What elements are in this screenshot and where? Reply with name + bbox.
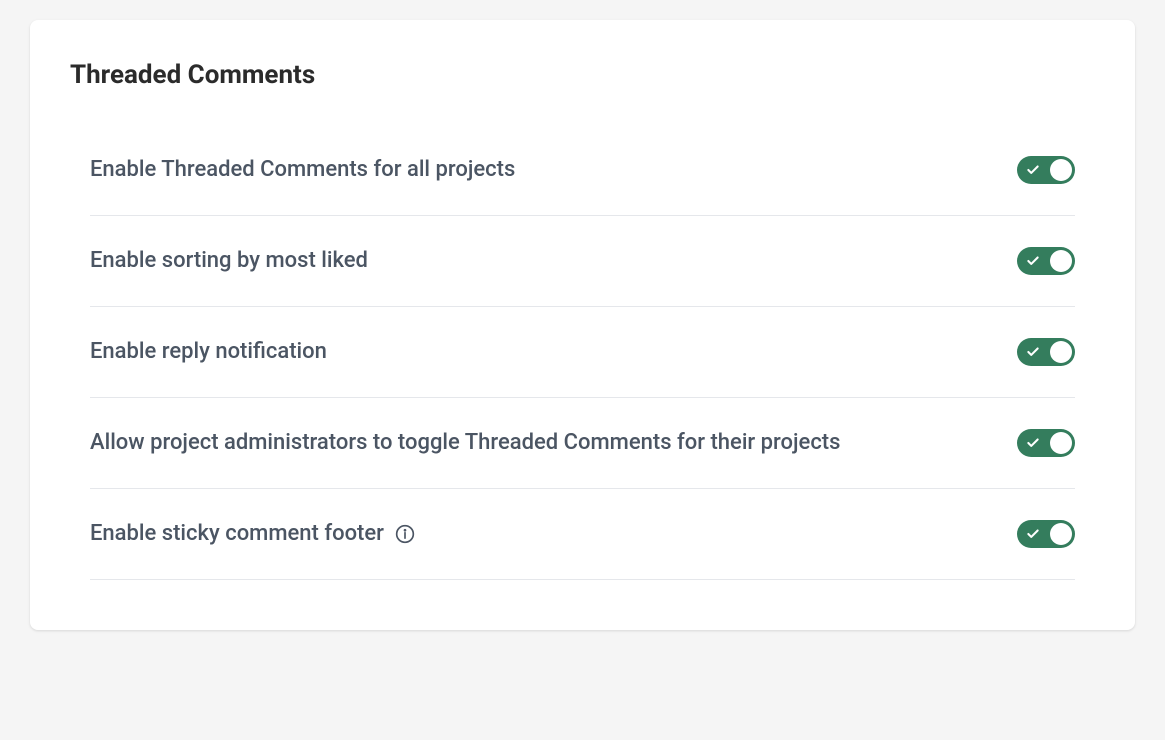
- setting-row-enable-sorting: Enable sorting by most liked: [90, 216, 1075, 307]
- setting-label-text: Enable sticky comment footer: [90, 517, 384, 551]
- setting-row-allow-admin-toggle: Allow project administrators to toggle T…: [90, 398, 1075, 489]
- setting-label: Enable sticky comment footer: [90, 517, 416, 551]
- toggle-allow-admin-toggle[interactable]: [1017, 429, 1075, 457]
- toggle-enable-threaded-comments[interactable]: [1017, 156, 1075, 184]
- toggle-knob: [1050, 250, 1072, 272]
- info-icon[interactable]: [394, 523, 416, 545]
- section-title: Threaded Comments: [70, 60, 1095, 90]
- toggle-knob: [1050, 523, 1072, 545]
- settings-card: Threaded Comments Enable Threaded Commen…: [30, 20, 1135, 630]
- setting-label-text: Enable Threaded Comments for all project…: [90, 153, 515, 187]
- setting-label-text: Enable sorting by most liked: [90, 244, 368, 278]
- toggle-sticky-footer[interactable]: [1017, 520, 1075, 548]
- setting-row-sticky-footer: Enable sticky comment footer: [90, 489, 1075, 580]
- settings-list: Enable Threaded Comments for all project…: [70, 125, 1095, 580]
- check-icon: [1026, 436, 1040, 450]
- setting-row-enable-threaded-comments: Enable Threaded Comments for all project…: [90, 125, 1075, 216]
- setting-row-enable-reply-notification: Enable reply notification: [90, 307, 1075, 398]
- check-icon: [1026, 163, 1040, 177]
- toggle-knob: [1050, 341, 1072, 363]
- toggle-knob: [1050, 159, 1072, 181]
- setting-label: Enable Threaded Comments for all project…: [90, 153, 515, 187]
- setting-label: Allow project administrators to toggle T…: [90, 426, 840, 460]
- toggle-knob: [1050, 432, 1072, 454]
- check-icon: [1026, 345, 1040, 359]
- setting-label-text: Allow project administrators to toggle T…: [90, 426, 840, 460]
- setting-label-text: Enable reply notification: [90, 335, 327, 369]
- check-icon: [1026, 527, 1040, 541]
- setting-label: Enable reply notification: [90, 335, 327, 369]
- check-icon: [1026, 254, 1040, 268]
- toggle-enable-sorting[interactable]: [1017, 247, 1075, 275]
- toggle-enable-reply-notification[interactable]: [1017, 338, 1075, 366]
- setting-label: Enable sorting by most liked: [90, 244, 368, 278]
